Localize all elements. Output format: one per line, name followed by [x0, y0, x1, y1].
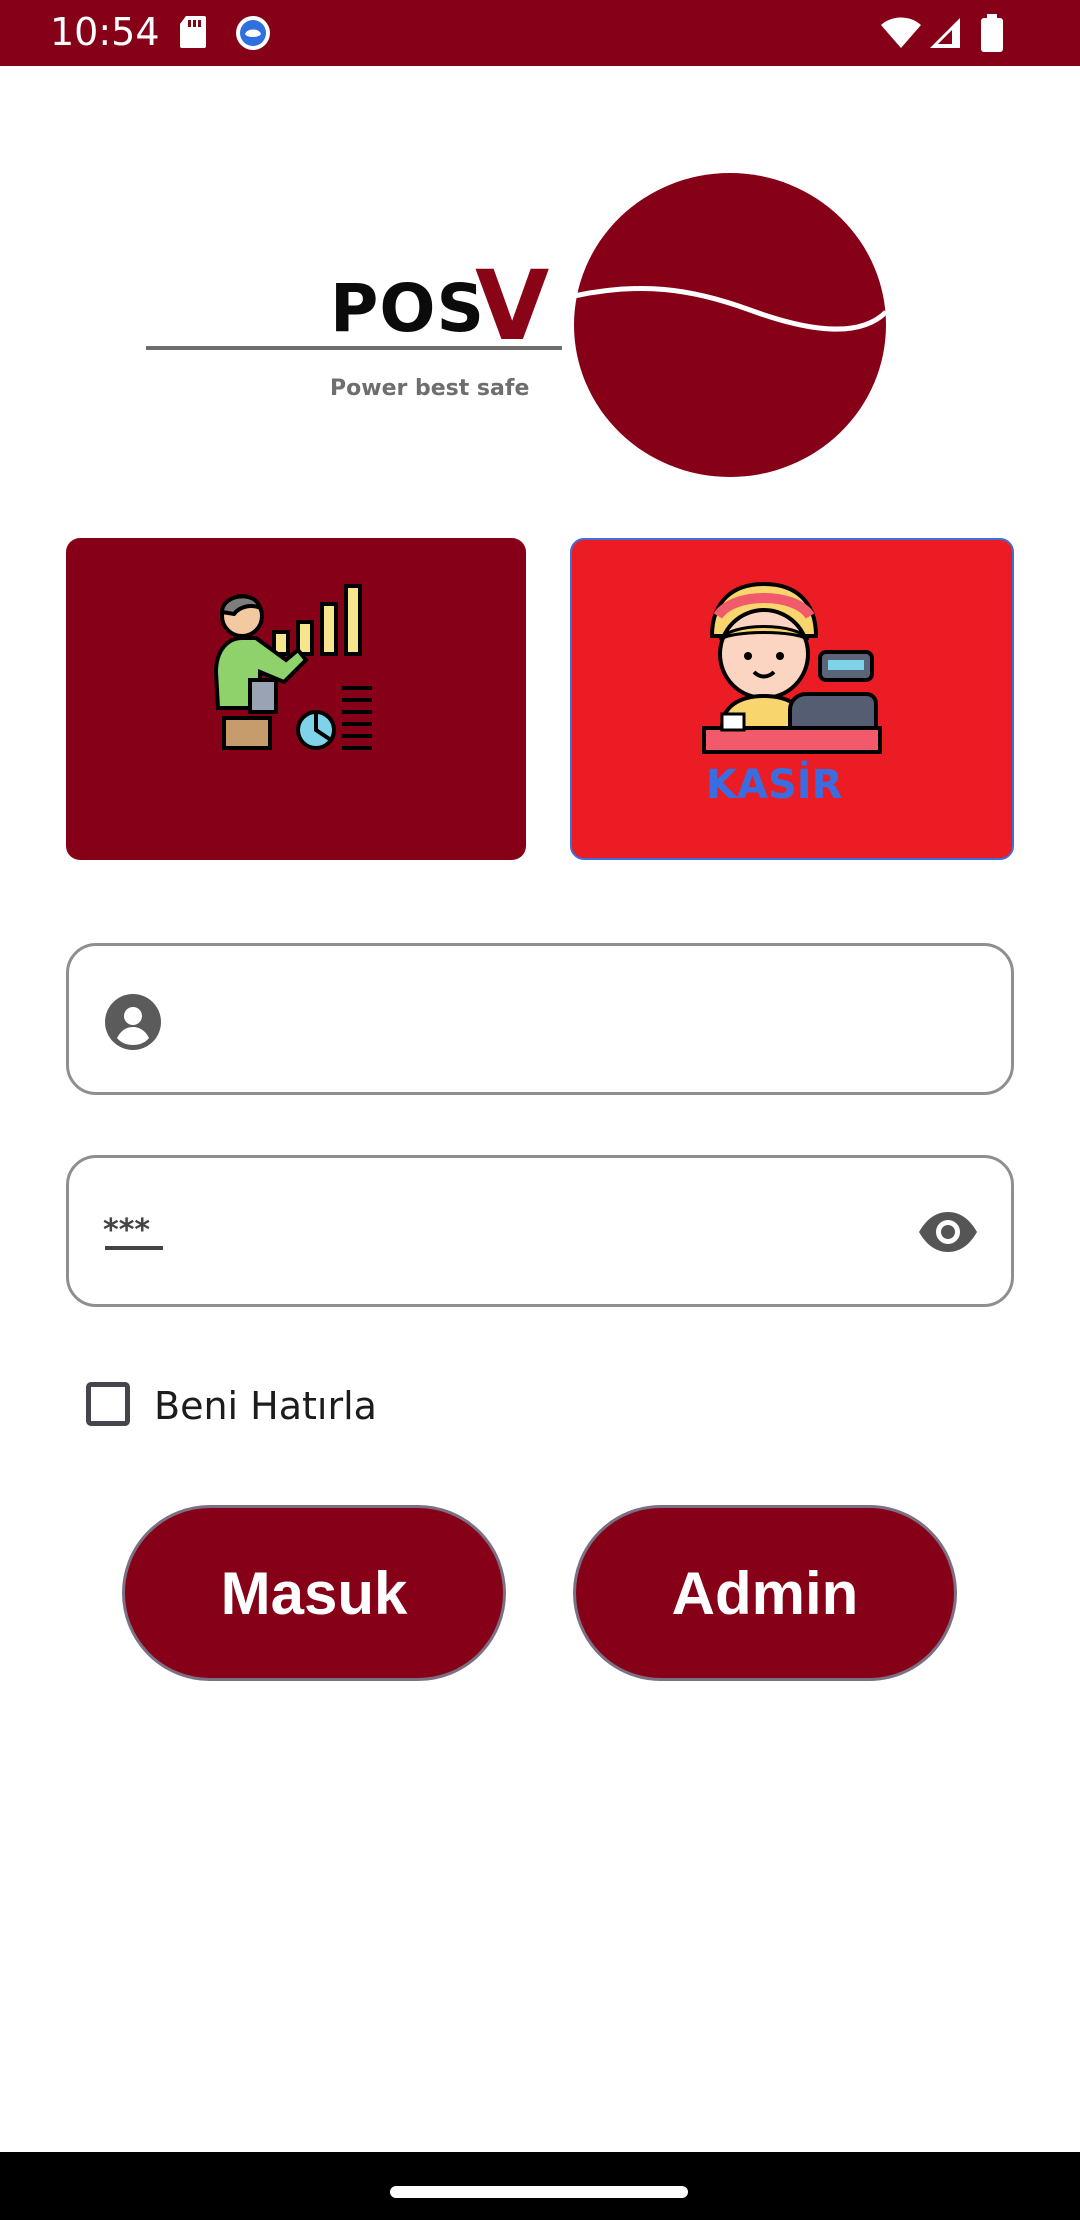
manager-presentation-icon [206, 582, 386, 767]
status-time: 10:54 [50, 10, 160, 54]
password-input[interactable] [179, 1198, 903, 1270]
logo-underline [146, 346, 562, 350]
password-field[interactable]: *** [66, 1155, 1014, 1307]
logo-tagline: Power best safe [330, 376, 530, 401]
cashier-label: KASİR [706, 762, 843, 808]
logo-brand-prefix: POS [330, 270, 486, 347]
navigation-bar [0, 2152, 1080, 2220]
cashier-icon [702, 580, 882, 765]
app-logo: POS V Power best safe [140, 170, 900, 490]
battery-icon [980, 14, 1004, 57]
remember-label: Beni Hatırla [154, 1384, 377, 1428]
sd-card-icon [178, 14, 208, 55]
admin-role-card[interactable] [66, 538, 526, 860]
login-button[interactable]: Masuk [122, 1505, 506, 1681]
home-gesture-handle[interactable] [390, 2186, 688, 2198]
wifi-icon [880, 16, 922, 55]
cashier-role-card[interactable]: KASİR [570, 538, 1014, 860]
password-icon: *** [103, 1213, 167, 1259]
account-icon [105, 994, 161, 1055]
eye-icon[interactable] [917, 1210, 979, 1259]
admin-button[interactable]: Admin [573, 1505, 957, 1681]
signal-icon [928, 16, 962, 55]
status-bar: 10:54 [0, 0, 1080, 66]
username-field[interactable] [66, 943, 1014, 1095]
svg-text:***: *** [103, 1214, 150, 1248]
app-notification-icon [234, 14, 272, 57]
username-input[interactable] [179, 986, 903, 1058]
remember-checkbox[interactable] [86, 1382, 130, 1426]
logo-ball-icon [570, 170, 890, 485]
